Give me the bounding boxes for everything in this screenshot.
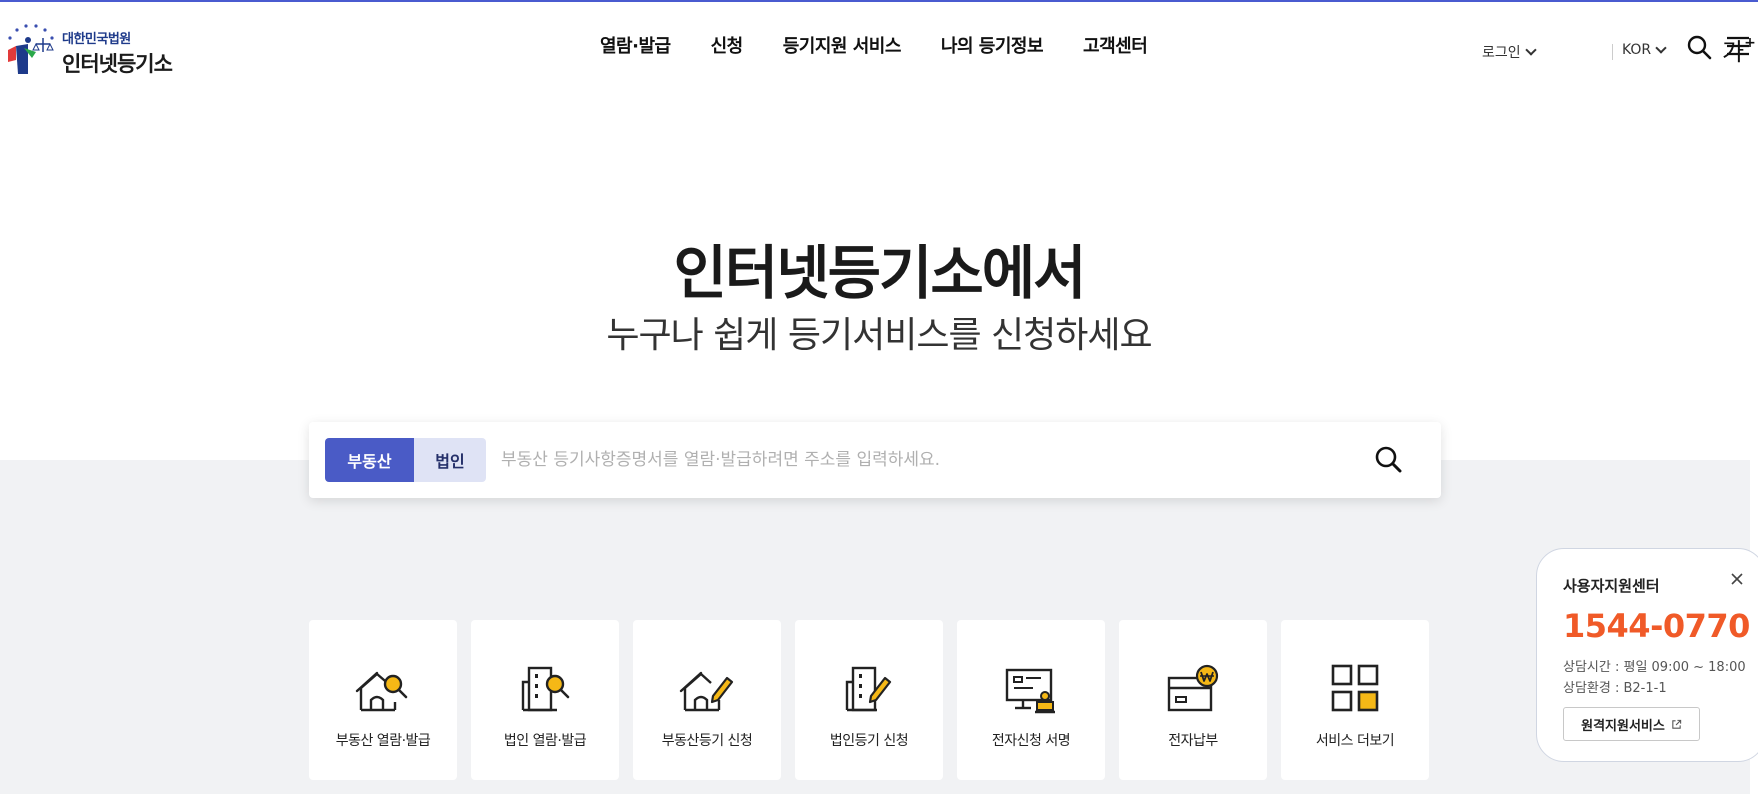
grid-more-icon [1327, 662, 1383, 716]
address-search-input[interactable] [501, 438, 1341, 482]
close-icon[interactable] [1729, 571, 1745, 587]
nav-my-info[interactable]: 나의 등기정보 [941, 32, 1044, 58]
service-card-label: 법인등기 신청 [829, 733, 909, 749]
hero-subtitle: 누구나 쉽게 등기서비스를 신청하세요 [606, 315, 1152, 356]
site-logo[interactable]: 대한민국법원 인터넷등기소 [2, 16, 173, 78]
site-header: 대한민국법원 인터넷등기소 열람·발급 신청 등기지원 서비스 나의 등기정보 … [0, 2, 1758, 92]
tab-corporation[interactable]: 법인 [414, 438, 486, 482]
logo-subtitle: 대한민국법원 [62, 32, 131, 47]
login-label: 로그인 [1482, 45, 1521, 61]
remote-support-label: 원격지원서비스 [1581, 718, 1665, 734]
nav-view-issue[interactable]: 열람·발급 [600, 32, 671, 58]
service-card-label: 부동산등기 신청 [661, 733, 753, 749]
remote-support-button[interactable]: 원격지원서비스 [1563, 707, 1700, 741]
hero-title: 인터넷등기소에서 [673, 239, 1087, 307]
support-hours: 상담시간 : 평일 09:00 ~ 18:00 [1563, 660, 1746, 675]
external-link-icon [1672, 719, 1682, 729]
tab-real-estate[interactable]: 부동산 [325, 438, 414, 482]
search-icon[interactable] [1686, 34, 1712, 60]
house-search-icon [355, 662, 411, 716]
service-card-label: 부동산 열람·발급 [335, 733, 431, 749]
support-phone: 1544-0770 [1563, 607, 1750, 645]
building-search-icon [517, 662, 573, 716]
service-card-more[interactable]: 서비스 더보기 [1281, 620, 1429, 780]
search-icon [1375, 446, 1402, 473]
service-card-label: 전자신청 서명 [991, 733, 1071, 749]
service-card-corp-view[interactable]: 법인 열람·발급 [471, 620, 619, 780]
language-dropdown[interactable]: KOR [1622, 42, 1667, 58]
utility-menu: 로그인 KOR 가+ [1458, 32, 1758, 72]
service-card-e-payment[interactable]: 전자납부 [1119, 620, 1267, 780]
nav-apply[interactable]: 신청 [711, 32, 744, 58]
main-navigation: 열람·발급 신청 등기지원 서비스 나의 등기정보 고객센터 [600, 32, 1187, 58]
service-card-e-sign[interactable]: 전자신청 서명 [957, 620, 1105, 780]
nav-customer-center[interactable]: 고객센터 [1083, 32, 1148, 58]
language-label: KOR [1622, 42, 1652, 58]
hamburger-menu-icon[interactable] [1726, 34, 1750, 58]
support-environment: 상담환경 : B2-1-1 [1563, 681, 1667, 696]
monitor-stamp-icon [1003, 662, 1059, 716]
service-card-label: 서비스 더보기 [1315, 733, 1395, 749]
login-dropdown[interactable]: 로그인 [1482, 42, 1537, 62]
service-card-label: 법인 열람·발급 [503, 733, 587, 749]
service-card-label: 전자납부 [1168, 733, 1218, 749]
chevron-down-icon [1524, 44, 1537, 56]
service-card-corp-apply[interactable]: 법인등기 신청 [795, 620, 943, 780]
court-emblem-icon [2, 16, 58, 76]
house-pen-icon [679, 662, 735, 716]
support-center-popup: 사용자지원센터 1544-0770 상담시간 : 평일 09:00 ~ 18:0… [1536, 548, 1758, 762]
nav-support-services[interactable]: 등기지원 서비스 [783, 32, 902, 58]
chevron-down-icon [1655, 42, 1667, 54]
logo-title: 인터넷등기소 [62, 52, 173, 76]
divider [1612, 44, 1613, 60]
search-box: 부동산 법인 [309, 422, 1441, 498]
service-card-re-view[interactable]: 부동산 열람·발급 [309, 620, 457, 780]
building-pen-icon [841, 662, 897, 716]
card-won-icon [1165, 662, 1221, 716]
service-card-re-apply[interactable]: 부동산등기 신청 [633, 620, 781, 780]
support-title: 사용자지원센터 [1563, 577, 1660, 595]
search-submit-button[interactable] [1369, 440, 1409, 480]
